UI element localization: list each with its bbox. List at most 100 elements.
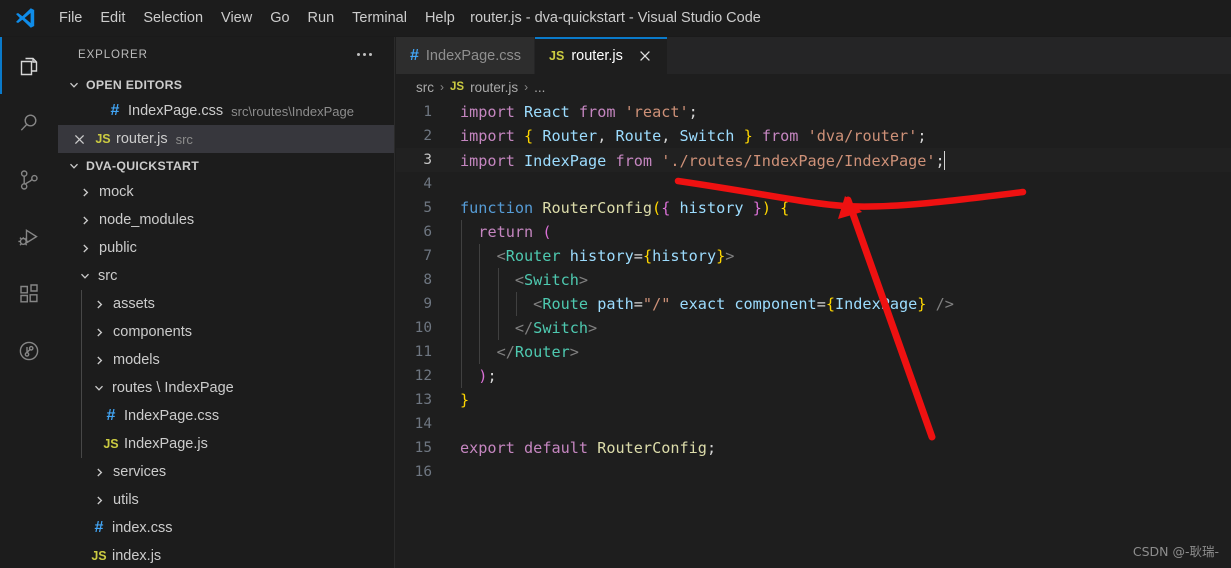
tree-item-file[interactable]: # IndexPage.css xyxy=(58,402,394,430)
js-file-icon: JS xyxy=(450,81,465,93)
css-file-icon: # xyxy=(94,519,104,536)
js-file-icon: JS xyxy=(95,132,111,146)
tab-indexpage-css[interactable]: # IndexPage.css xyxy=(396,37,536,74)
line-number: 9 xyxy=(423,296,432,312)
code-token: ; xyxy=(706,439,717,457)
code-line[interactable]: 9 <Route path="/" exact component={Index… xyxy=(396,292,1231,316)
ellipsis-icon[interactable] xyxy=(353,49,376,60)
chevron-down-icon xyxy=(66,77,82,93)
open-editor-item[interactable]: JS router.js src xyxy=(58,125,394,153)
code-line[interactable]: 13} xyxy=(396,388,1231,412)
tree-item-folder[interactable]: assets xyxy=(58,290,394,318)
menu-item-edit[interactable]: Edit xyxy=(91,6,134,31)
code-text: ); xyxy=(458,367,1231,385)
close-icon[interactable] xyxy=(636,47,654,65)
code-token: import xyxy=(460,151,515,170)
tree-item-file[interactable]: JS index.js xyxy=(58,542,394,568)
project-label: DVA-QUICKSTART xyxy=(86,158,200,173)
menu-item-file[interactable]: File xyxy=(50,6,91,31)
code-token: Switch xyxy=(679,127,735,145)
tree-item-file[interactable]: # index.css xyxy=(58,514,394,542)
code-line[interactable]: 6 return ( xyxy=(396,220,1231,244)
activity-item-search[interactable] xyxy=(0,94,58,151)
menu-item-selection[interactable]: Selection xyxy=(134,6,212,31)
code-token: path xyxy=(597,295,634,313)
code-line[interactable]: 15 export default RouterConfig; xyxy=(396,436,1231,460)
code-line[interactable]: 3 import IndexPage from './routes/IndexPa… xyxy=(396,148,1231,172)
css-file-icon: # xyxy=(110,102,120,119)
menu-item-run[interactable]: Run xyxy=(299,6,344,31)
activity-item-explorer[interactable] xyxy=(0,37,58,94)
tree-item-folder[interactable]: components xyxy=(58,318,394,346)
code-token: React xyxy=(524,103,570,121)
code-line[interactable]: 16 xyxy=(396,460,1231,484)
code-token: { xyxy=(780,199,790,217)
line-number: 1 xyxy=(423,104,432,120)
breadcrumb-root[interactable]: src xyxy=(416,80,434,95)
tree-item-folder[interactable]: utils xyxy=(58,486,394,514)
code-token: default xyxy=(524,439,589,457)
code-line[interactable]: 8 <Switch> xyxy=(396,268,1231,292)
line-number: 6 xyxy=(423,224,432,240)
tree-item-label: public xyxy=(99,240,137,256)
tree-item-folder[interactable]: src xyxy=(58,262,394,290)
open-editor-item[interactable]: # IndexPage.css src\routes\IndexPage xyxy=(58,97,394,125)
tree-item-folder[interactable]: node_modules xyxy=(58,206,394,234)
code-line[interactable]: 4 xyxy=(396,172,1231,196)
activity-item-source-control[interactable] xyxy=(0,151,58,208)
code-token: Switch xyxy=(533,319,589,337)
tab-router-js[interactable]: JS router.js xyxy=(535,37,668,74)
files-icon xyxy=(16,53,42,79)
code-token: history xyxy=(679,199,744,217)
breadcrumb-file[interactable]: router.js xyxy=(470,80,518,95)
code-token: 'dva/router' xyxy=(807,127,918,145)
tree-item-folder[interactable]: models xyxy=(58,346,394,374)
code-line[interactable]: 11 </Router> xyxy=(396,340,1231,364)
menu-item-terminal[interactable]: Terminal xyxy=(343,6,416,31)
code-line[interactable]: 5 function RouterConfig({ history }) { xyxy=(396,196,1231,220)
code-token: } xyxy=(460,391,470,409)
code-line[interactable]: 2 import { Router, Route, Switch } from '… xyxy=(396,124,1231,148)
code-line[interactable]: 7 <Router history={history}> xyxy=(396,244,1231,268)
code-line[interactable]: 1 import React from 'react'; xyxy=(396,100,1231,124)
run-debug-icon xyxy=(16,224,42,250)
tree-item-folder[interactable]: routes \ IndexPage xyxy=(58,374,394,402)
menu-item-view[interactable]: View xyxy=(212,6,261,31)
code-line[interactable]: 14 xyxy=(396,412,1231,436)
code-text: <Switch> xyxy=(458,271,1231,289)
code-token: } xyxy=(752,199,762,217)
tree-item-folder[interactable]: mock xyxy=(58,178,394,206)
tree-item-folder[interactable]: public xyxy=(58,234,394,262)
menu-item-go[interactable]: Go xyxy=(261,6,298,31)
code-token: import xyxy=(460,127,515,145)
tree-item-file[interactable]: JS IndexPage.js xyxy=(58,430,394,458)
code-editor[interactable]: 1 import React from 'react'; 2 import { Rou… xyxy=(396,100,1231,568)
breadcrumb-more[interactable]: ... xyxy=(534,80,545,95)
code-line[interactable]: 10 </Switch> xyxy=(396,316,1231,340)
code-token: { xyxy=(825,295,835,313)
open-editors-section-header[interactable]: OPEN EDITORS xyxy=(58,72,394,97)
line-number: 13 xyxy=(414,392,432,408)
open-editor-path: src xyxy=(175,131,193,147)
menu-item-help[interactable]: Help xyxy=(416,6,464,31)
code-token: 'react' xyxy=(624,103,689,121)
code-line[interactable]: 12 ); xyxy=(396,364,1231,388)
activity-item-extensions[interactable] xyxy=(0,265,58,322)
code-token: { xyxy=(661,199,671,217)
tree-item-folder[interactable]: services xyxy=(58,458,394,486)
tree-item-label: assets xyxy=(113,296,155,312)
code-token: ; xyxy=(688,103,698,121)
close-icon[interactable] xyxy=(68,134,90,145)
activity-item-run-and-debug[interactable] xyxy=(0,208,58,265)
code-token: </ xyxy=(496,343,515,361)
project-section-header[interactable]: DVA-QUICKSTART xyxy=(58,153,394,178)
activity-item-timeline[interactable] xyxy=(0,322,58,379)
